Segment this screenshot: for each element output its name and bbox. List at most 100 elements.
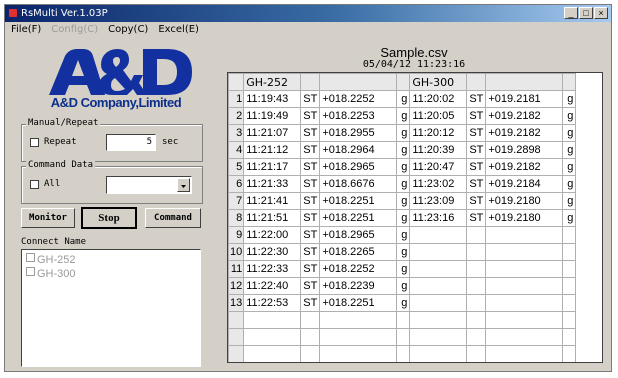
row-number[interactable]: 7: [228, 192, 245, 210]
empty-cell[interactable]: [485, 311, 564, 329]
table-cell[interactable]: +018.2253: [319, 107, 398, 125]
row-number[interactable]: 12: [228, 277, 245, 295]
table-cell[interactable]: +019.2182: [485, 158, 564, 176]
empty-cell[interactable]: [562, 328, 577, 346]
row-number[interactable]: 11: [228, 260, 245, 278]
empty-cell[interactable]: [228, 311, 245, 329]
table-cell[interactable]: g: [396, 124, 411, 142]
table-cell[interactable]: [409, 226, 468, 244]
table-cell[interactable]: ST: [300, 175, 321, 193]
table-cell[interactable]: g: [396, 294, 411, 312]
empty-cell[interactable]: [466, 328, 487, 346]
close-button[interactable]: ×: [594, 7, 608, 19]
table-cell[interactable]: ST: [300, 243, 321, 261]
table-cell[interactable]: +019.2898: [485, 141, 564, 159]
empty-cell[interactable]: [409, 328, 468, 346]
table-cell[interactable]: +019.2180: [485, 192, 564, 210]
table-cell[interactable]: ST: [300, 260, 321, 278]
table-cell[interactable]: [485, 226, 564, 244]
empty-cell[interactable]: [562, 345, 577, 362]
table-cell[interactable]: 11:20:39: [409, 141, 468, 159]
table-cell[interactable]: ST: [300, 124, 321, 142]
col-group-header[interactable]: GH-300: [409, 73, 468, 91]
empty-cell[interactable]: [562, 311, 577, 329]
table-cell[interactable]: ST: [466, 158, 487, 176]
row-number[interactable]: 6: [228, 175, 245, 193]
row-number[interactable]: 2: [228, 107, 245, 125]
command-select[interactable]: [106, 176, 192, 194]
table-cell[interactable]: 11:23:02: [409, 175, 468, 193]
table-cell[interactable]: [466, 243, 487, 261]
table-cell[interactable]: +018.2965: [319, 226, 398, 244]
monitor-button[interactable]: Monitor: [21, 208, 75, 228]
row-number[interactable]: 4: [228, 141, 245, 159]
table-cell[interactable]: g: [562, 124, 577, 142]
col-group-header[interactable]: GH-252: [243, 73, 302, 91]
table-cell[interactable]: g: [396, 192, 411, 210]
row-number[interactable]: 3: [228, 124, 245, 142]
table-cell[interactable]: 11:21:51: [243, 209, 302, 227]
table-cell[interactable]: g: [396, 209, 411, 227]
minimize-button[interactable]: _: [564, 7, 578, 19]
empty-cell[interactable]: [300, 328, 321, 346]
table-cell[interactable]: g: [396, 226, 411, 244]
table-cell[interactable]: +019.2180: [485, 209, 564, 227]
table-cell[interactable]: +018.2239: [319, 277, 398, 295]
dropdown-arrow-icon[interactable]: [177, 178, 190, 192]
table-cell[interactable]: [562, 226, 577, 244]
table-cell[interactable]: ST: [300, 294, 321, 312]
connect-list[interactable]: GH-252 GH-300: [21, 249, 201, 367]
table-cell[interactable]: ST: [466, 107, 487, 125]
empty-cell[interactable]: [300, 345, 321, 362]
table-cell[interactable]: ST: [466, 175, 487, 193]
menu-copy[interactable]: Copy(C): [108, 22, 148, 38]
empty-cell[interactable]: [300, 311, 321, 329]
table-cell[interactable]: 11:23:09: [409, 192, 468, 210]
empty-cell[interactable]: [319, 345, 398, 362]
table-cell[interactable]: ST: [300, 192, 321, 210]
table-cell[interactable]: g: [562, 209, 577, 227]
table-cell[interactable]: [485, 277, 564, 295]
table-cell[interactable]: g: [562, 107, 577, 125]
table-cell[interactable]: g: [562, 158, 577, 176]
empty-cell[interactable]: [396, 311, 411, 329]
empty-cell[interactable]: [243, 311, 302, 329]
table-cell[interactable]: g: [562, 90, 577, 108]
table-cell[interactable]: [485, 294, 564, 312]
table-cell[interactable]: +018.2252: [319, 90, 398, 108]
empty-cell[interactable]: [466, 311, 487, 329]
table-cell[interactable]: 11:22:53: [243, 294, 302, 312]
table-cell[interactable]: ST: [466, 124, 487, 142]
table-cell[interactable]: g: [396, 243, 411, 261]
table-cell[interactable]: ST: [300, 226, 321, 244]
table-cell[interactable]: 11:19:49: [243, 107, 302, 125]
table-cell[interactable]: +018.2251: [319, 294, 398, 312]
empty-cell[interactable]: [466, 345, 487, 362]
table-cell[interactable]: +019.2181: [485, 90, 564, 108]
empty-cell[interactable]: [485, 328, 564, 346]
table-cell[interactable]: 11:22:40: [243, 277, 302, 295]
table-cell[interactable]: ST: [466, 192, 487, 210]
table-cell[interactable]: [485, 243, 564, 261]
table-cell[interactable]: [466, 226, 487, 244]
table-cell[interactable]: +018.6676: [319, 175, 398, 193]
empty-cell[interactable]: [396, 345, 411, 362]
table-cell[interactable]: +018.2251: [319, 209, 398, 227]
table-cell[interactable]: [562, 277, 577, 295]
table-cell[interactable]: 11:22:00: [243, 226, 302, 244]
table-cell[interactable]: [466, 260, 487, 278]
table-cell[interactable]: +018.2265: [319, 243, 398, 261]
table-cell[interactable]: g: [396, 260, 411, 278]
table-cell[interactable]: ST: [466, 209, 487, 227]
table-cell[interactable]: 11:21:12: [243, 141, 302, 159]
table-cell[interactable]: g: [562, 192, 577, 210]
maximize-button[interactable]: □: [579, 7, 593, 19]
table-cell[interactable]: g: [562, 141, 577, 159]
table-cell[interactable]: [466, 277, 487, 295]
table-cell[interactable]: ST: [300, 141, 321, 159]
empty-cell[interactable]: [228, 345, 245, 362]
connect-item[interactable]: GH-252: [26, 253, 76, 266]
table-cell[interactable]: 11:19:43: [243, 90, 302, 108]
table-cell[interactable]: ST: [300, 158, 321, 176]
empty-cell[interactable]: [228, 328, 245, 346]
